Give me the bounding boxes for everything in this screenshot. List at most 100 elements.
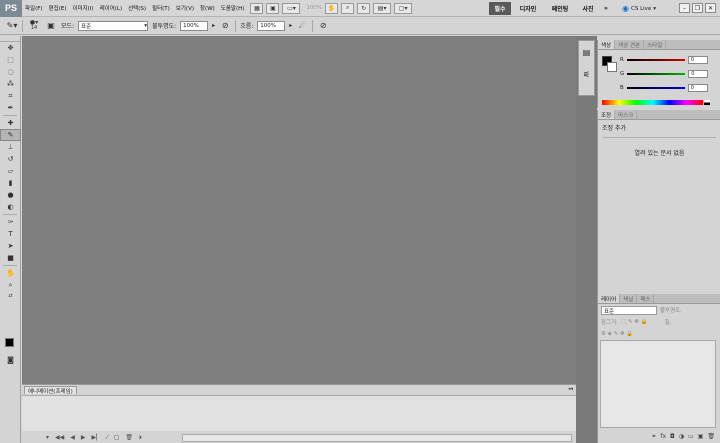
workspace-photography[interactable]: 사진 (577, 2, 599, 15)
zoom-level[interactable]: 100% (306, 5, 322, 11)
brush-preset-picker[interactable]: ✎▾ (6, 20, 18, 32)
menu-image[interactable]: 이미지(I) (69, 4, 96, 12)
gradient-tool[interactable]: ▮ (0, 177, 21, 189)
animation-scrollbar[interactable] (182, 434, 572, 442)
link-layers-icon[interactable]: ⚭ (651, 433, 656, 440)
tab-paths[interactable]: 패스 (637, 294, 655, 303)
menu-filter[interactable]: 필터(T) (149, 4, 173, 12)
new-frame-icon[interactable]: ▢ (114, 434, 120, 441)
animation-panel-tab[interactable]: 애니메이션(프레임) (24, 386, 77, 395)
swap-colors-button[interactable]: ⇄ (0, 291, 21, 301)
tablet-opacity-button[interactable]: ⊘ (219, 20, 231, 32)
rotate-view-button[interactable]: ↻ (357, 2, 371, 14)
minimize-button[interactable]: – (679, 3, 690, 13)
cs-live-button[interactable]: ◉ CS Live ▾ (622, 2, 656, 15)
workspace-essentials[interactable]: 필수 (489, 2, 511, 15)
eyedropper-tool[interactable]: ✒ (0, 102, 21, 114)
foreground-color-swatch[interactable] (5, 338, 14, 347)
quick-mask-button[interactable]: ◙ (0, 354, 21, 366)
tablet-size-button[interactable]: ⊘ (317, 20, 329, 32)
clone-stamp-tool[interactable]: ⊥ (0, 141, 21, 153)
quick-selection-tool[interactable]: ⁂ (0, 78, 21, 90)
tween-icon[interactable]: ⁄ (107, 434, 108, 441)
play-icon[interactable]: ▶ (81, 434, 86, 441)
shape-tool[interactable]: ■ (0, 252, 21, 264)
document-canvas-area[interactable] (22, 36, 576, 384)
actions-panel-button[interactable]: ⚟ (579, 63, 594, 85)
zoom-tool[interactable]: ⌕ (0, 279, 21, 291)
panel-collapse-icon[interactable]: ◂◂ (568, 386, 573, 392)
menu-view[interactable]: 보기(V) (173, 4, 197, 12)
menu-file[interactable]: 파일(F) (22, 4, 46, 12)
marquee-tool[interactable]: ⬚ (0, 54, 21, 66)
view-extras-button[interactable]: ▭▾ (282, 2, 301, 14)
tab-layers[interactable]: 레이어 (598, 294, 621, 303)
add-mask-icon[interactable]: ◘ (670, 433, 675, 440)
hand-tool[interactable]: ✋ (0, 267, 21, 279)
menu-select[interactable]: 선택(S) (125, 4, 149, 12)
airbrush-button[interactable]: ☄ (296, 20, 308, 32)
timeline-icon[interactable]: ⏵ (139, 434, 142, 442)
chevron-right-icon[interactable]: ▸ (212, 22, 215, 29)
new-layer-icon[interactable]: ▣ (698, 433, 704, 440)
brush-tool[interactable]: ✎ (0, 129, 21, 141)
workspace-design[interactable]: 디자인 (514, 2, 542, 15)
blend-mode-select[interactable]: 표준 (601, 305, 657, 315)
next-frame-icon[interactable]: ▶▏ (92, 434, 101, 441)
adjustment-layer-icon[interactable]: ◑ (679, 433, 684, 440)
spot-healing-tool[interactable]: ✚ (0, 117, 21, 129)
loop-select-icon[interactable]: ▾ (46, 434, 49, 441)
layer-options-icon[interactable]: ⚙ ◈ ✎ ✥ 🔒 (601, 331, 633, 337)
type-tool[interactable]: T (0, 228, 21, 240)
animation-frames-area[interactable] (22, 395, 576, 431)
history-panel-button[interactable]: ▤ (579, 41, 594, 63)
arrange-documents-button[interactable]: ▤▾ (373, 2, 392, 14)
tab-channels[interactable]: 채널 (620, 294, 638, 303)
delete-layer-icon[interactable]: 🗑 (707, 433, 715, 440)
menu-help[interactable]: 도움말(H) (218, 4, 248, 12)
move-tool[interactable]: ✥ (0, 42, 21, 54)
history-brush-tool[interactable]: ↺ (0, 153, 21, 165)
opacity-input[interactable]: 100% (180, 20, 209, 31)
more-workspaces-button[interactable]: » (599, 2, 613, 15)
layers-list[interactable] (600, 340, 716, 428)
lasso-tool[interactable]: ◌ (0, 66, 21, 78)
brush-panel-toggle[interactable]: ▣ (45, 20, 57, 32)
background-color-swatch[interactable] (607, 62, 617, 72)
chevron-right-icon[interactable]: ▸ (289, 22, 292, 29)
fx-icon[interactable]: fx (660, 433, 666, 440)
menu-layer[interactable]: 레이어(L) (97, 4, 126, 12)
zoom-tool-button[interactable]: ⌕ (341, 2, 355, 14)
flow-input[interactable]: 100% (257, 20, 286, 31)
pen-tool[interactable]: ✑ (0, 216, 21, 228)
brush-size-picker[interactable]: ●▾ 14 (27, 20, 41, 32)
prev-frame-icon[interactable]: ◀ (70, 434, 75, 441)
tab-styles[interactable]: 스타일 (644, 40, 667, 49)
blue-value-input[interactable]: 0 (687, 83, 708, 92)
tab-color[interactable]: 색상 (598, 40, 616, 49)
menu-window[interactable]: 창(W) (197, 4, 218, 12)
screen-mode-button[interactable]: ▢▾ (394, 2, 413, 14)
hand-tool-button[interactable]: ✋ (325, 2, 339, 14)
tab-masks[interactable]: 마스크 (615, 110, 638, 119)
menu-edit[interactable]: 편집(E) (46, 4, 70, 12)
green-value-input[interactable]: 0 (688, 69, 709, 78)
first-frame-icon[interactable]: ◀◀ (55, 434, 64, 441)
tab-adjustments[interactable]: 조정 (598, 110, 616, 119)
path-selection-tool[interactable]: ➤ (0, 240, 21, 252)
black-white-swatch[interactable] (704, 100, 710, 105)
blur-tool[interactable]: ● (0, 189, 21, 201)
workspace-painting[interactable]: 페인팅 (546, 2, 574, 15)
red-slider[interactable] (626, 58, 685, 61)
red-value-input[interactable]: 0 (687, 55, 708, 64)
blue-slider[interactable] (626, 86, 685, 89)
delete-frame-icon[interactable]: 🗑 (125, 434, 133, 441)
bridge-button[interactable]: ▦ (250, 2, 264, 14)
mini-bridge-button[interactable]: ▣ (266, 2, 280, 14)
crop-tool[interactable]: ⌗ (0, 90, 21, 102)
group-icon[interactable]: ▭ (688, 433, 694, 440)
restore-button[interactable]: ❐ (692, 3, 703, 13)
close-button[interactable]: ✕ (705, 3, 716, 13)
dodge-tool[interactable]: ◐ (0, 201, 21, 213)
lock-icon[interactable]: ⬚ ✎ ✥ 🔒 (621, 319, 648, 325)
